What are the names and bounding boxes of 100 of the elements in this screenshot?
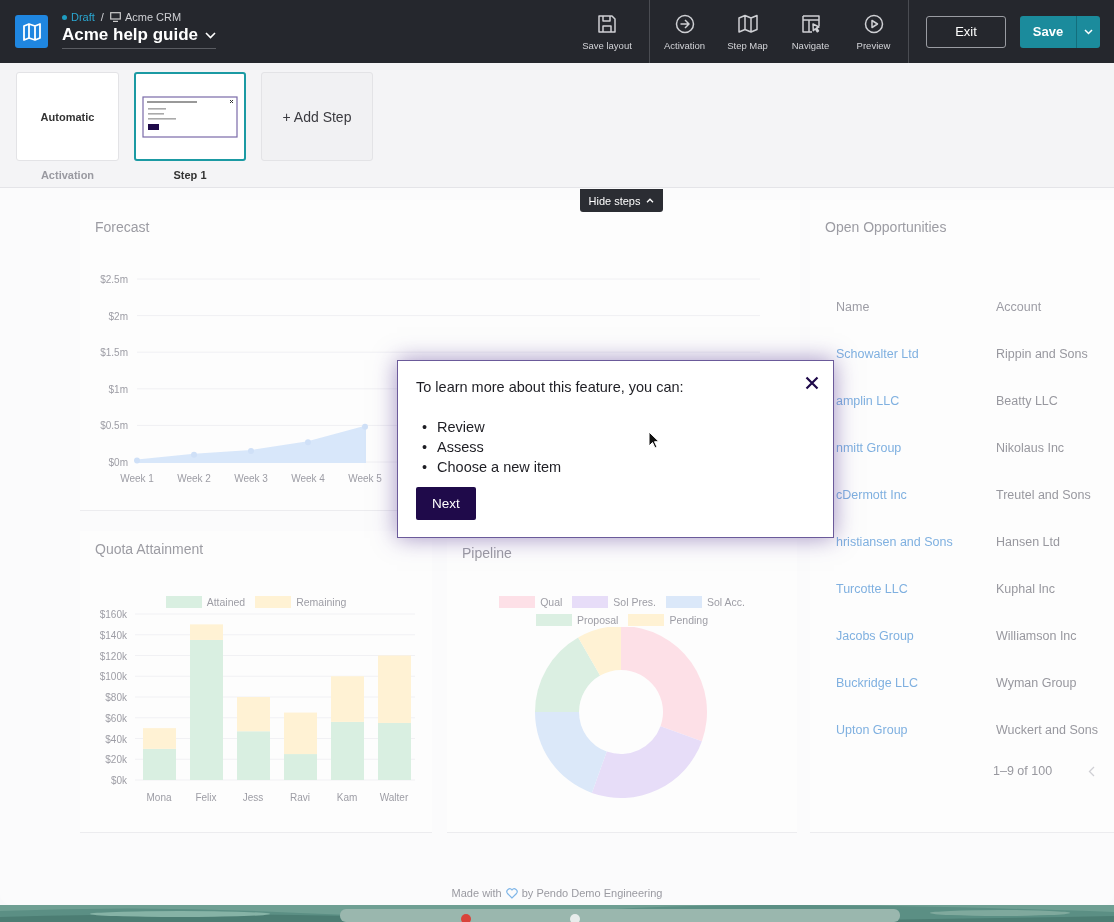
guide-title-dropdown[interactable]: Acme help guide	[62, 24, 217, 49]
axis-tick-label: $120k	[99, 650, 127, 662]
footer-text: by Pendo Demo Engineering	[521, 887, 663, 899]
chevron-up-icon	[646, 198, 655, 203]
toolbar-button[interactable]: Step Map	[716, 12, 779, 51]
draft-status: Draft	[71, 11, 95, 23]
axis-tick-label: Ravi	[290, 792, 310, 803]
table-cell: Beatty LLC	[996, 393, 1058, 408]
step-card[interactable]: Automatic	[16, 72, 119, 161]
legend-label: Sol Acc.	[706, 596, 745, 608]
list-item: Review	[437, 418, 485, 437]
step-caption: Activation	[40, 169, 95, 181]
card-title: Pipeline	[462, 545, 512, 562]
axis-tick-label: Felix	[195, 792, 217, 803]
pagination-text: 1–9 of 100	[993, 764, 1053, 778]
map-logo-icon	[15, 15, 48, 48]
hide-steps-button[interactable]: Hide steps	[580, 189, 663, 212]
axis-tick-label: Kam	[336, 792, 358, 803]
table-cell: Hansen Ltd	[996, 534, 1060, 549]
bar-segment	[237, 731, 270, 780]
mouse-pointer-icon	[648, 431, 660, 449]
axis-tick-label: Walter	[379, 792, 409, 803]
breadcrumb-separator: /	[99, 11, 105, 23]
list-bullet: •	[422, 438, 428, 457]
close-icon[interactable]	[805, 376, 819, 390]
axis-tick-label: Week 4	[291, 473, 325, 484]
legend-label: Attained	[206, 596, 246, 608]
axis-tick-label: $1m	[108, 383, 128, 395]
bar-segment	[378, 722, 411, 780]
legend-label: Qual	[540, 596, 563, 608]
legend-label: Pending	[669, 614, 708, 626]
table-cell: Wyman Group	[996, 675, 1077, 690]
axis-tick-label: $140k	[99, 629, 127, 641]
axis-tick-label: $1.5m	[100, 347, 128, 359]
app-name: Acme CRM	[124, 11, 182, 23]
card-title: Open Opportunities	[825, 219, 947, 236]
axis-tick-label: Week 5	[348, 473, 382, 484]
axis-tick-label: $20k	[105, 754, 127, 766]
status-dot-icon	[62, 14, 67, 20]
legend-label: Proposal	[577, 614, 619, 626]
map-icon	[736, 12, 759, 35]
axis-tick-label: $160k	[99, 609, 127, 620]
axis-tick-label: Week 1	[120, 473, 154, 484]
add-step-button[interactable]: + Add Step	[261, 72, 373, 161]
data-point	[191, 451, 197, 458]
axis-tick-label: $2m	[108, 310, 128, 322]
axis-tick-label: $0.5m	[100, 420, 128, 432]
axis-tick-label: $0m	[108, 457, 128, 468]
bar-segment	[237, 697, 270, 732]
bar-segment	[331, 721, 364, 780]
list-item: Choose a new item	[437, 458, 562, 477]
toolbar-button[interactable]: Save layout	[572, 12, 642, 51]
table-cell: Rippin and Sons	[996, 346, 1088, 361]
axis-tick-label: $60k	[105, 712, 127, 724]
toolbar-button[interactable]: Activation	[653, 12, 716, 51]
save-options-button[interactable]	[1076, 15, 1100, 48]
data-point	[134, 457, 140, 464]
save-button[interactable]: Save	[1020, 15, 1076, 48]
table-cell: Williamson Inc	[996, 628, 1077, 643]
data-point	[248, 448, 254, 454]
axis-tick-label: $40k	[105, 733, 127, 745]
column-header: Name	[836, 299, 871, 314]
table-cell: Treutel and Sons	[996, 487, 1091, 502]
axis-tick-label: Mona	[146, 792, 172, 803]
list-bullet: •	[422, 418, 428, 437]
axis-tick-label: Jess	[242, 792, 264, 803]
exit-button[interactable]: Exit	[926, 15, 1006, 48]
list-bullet: •	[422, 458, 428, 477]
table-cell: Kuphal Inc	[996, 581, 1056, 596]
step-card[interactable]	[134, 72, 246, 161]
card-title: Forecast	[95, 219, 150, 236]
window-cursor-icon	[799, 12, 822, 35]
table-cell: Wuckert and Sons	[996, 722, 1098, 737]
axis-tick-label: $2.5m	[100, 274, 128, 285]
axis-tick-label: Week 2	[177, 473, 211, 484]
step-caption: Step 1	[173, 169, 207, 181]
axis-tick-label: Week 3	[234, 473, 268, 484]
bar-segment	[331, 676, 364, 722]
caret-icon	[1084, 28, 1093, 35]
play-circle-icon	[862, 12, 885, 35]
chevron-down-icon	[205, 31, 217, 39]
axis-tick-label: $100k	[99, 671, 127, 683]
list-item: Assess	[437, 438, 484, 457]
arrow-circle-icon	[673, 12, 696, 35]
toolbar-button[interactable]: Preview	[842, 12, 905, 51]
toolbar-button[interactable]: Navigate	[779, 12, 842, 51]
axis-tick-label: $0k	[110, 775, 127, 786]
axis-tick-label: $80k	[105, 692, 127, 703]
legend-label: Remaining	[296, 596, 347, 608]
data-point	[305, 439, 311, 446]
monitor-icon	[109, 12, 121, 22]
data-point	[362, 423, 368, 430]
column-header: Account	[996, 299, 1043, 314]
legend-label: Sol Pres.	[613, 596, 656, 608]
footer-text: Made with	[451, 887, 502, 899]
dialog-text: To learn more about this feature, you can:	[416, 379, 684, 395]
heart-icon	[505, 887, 518, 899]
bar-segment	[378, 655, 411, 723]
table-cell: Nikolaus Inc	[996, 440, 1065, 455]
next-button[interactable]: Next	[416, 487, 476, 520]
